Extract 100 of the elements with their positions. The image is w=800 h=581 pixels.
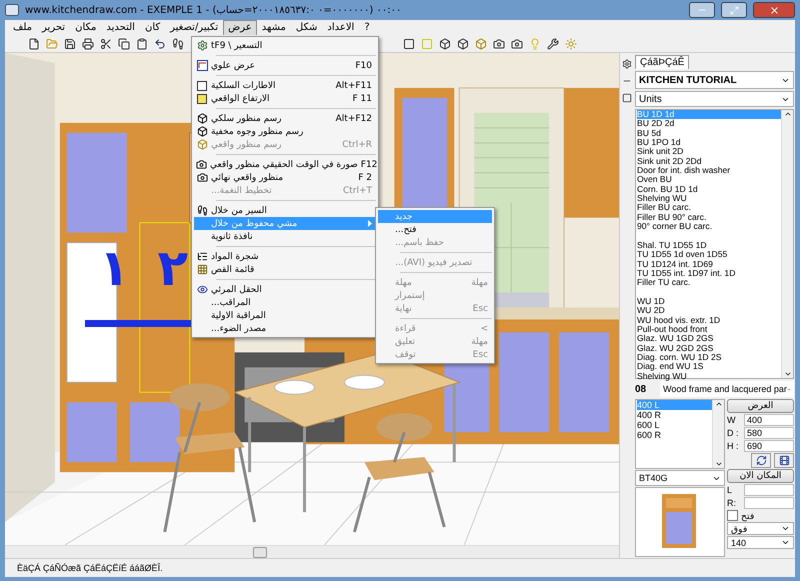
list-item[interactable]: Oven BU <box>637 175 781 185</box>
clipboard-icon[interactable] <box>136 38 148 50</box>
refresh-button[interactable] <box>751 453 771 468</box>
menu-item[interactable]: المراقبة الاولية <box>194 309 376 322</box>
menu-item[interactable]: تكبير/تصغير <box>165 20 224 36</box>
list-item[interactable]: Door for int. dish washer <box>637 166 781 176</box>
list-item[interactable]: Glaz. WU 1GD 2GS <box>637 334 781 344</box>
catalog-dropdown[interactable]: KITCHEN TUTORIAL <box>635 71 794 89</box>
right-field[interactable] <box>744 497 794 509</box>
list-item[interactable]: Shelving WU <box>637 372 781 381</box>
list-item[interactable]: 600 R <box>637 430 712 440</box>
list-item[interactable]: WU 2D <box>637 306 781 316</box>
list-item[interactable]: Pull-out hood front <box>637 324 781 334</box>
menu-item[interactable]: الحقل المرئي <box>194 283 376 296</box>
menu-item[interactable]: ? <box>359 20 375 36</box>
place-button[interactable]: المكان الان <box>727 469 794 483</box>
list-item[interactable]: Shal. TU 1D55 1D <box>637 240 781 250</box>
menu-item[interactable]: عرض <box>223 20 257 36</box>
open-checkbox[interactable] <box>727 510 738 521</box>
app-icon <box>5 4 19 16</box>
menu-item[interactable]: شكل <box>290 20 322 36</box>
menu-item[interactable]: فتح... <box>378 223 492 236</box>
cube-icon[interactable] <box>456 38 468 50</box>
list-item[interactable]: TU 1D55 int. 1D97 int. 1D <box>637 268 781 278</box>
printer-icon[interactable] <box>82 38 94 50</box>
list-item[interactable]: WU hood vis. extr. 1D <box>637 316 781 325</box>
height-dropdown[interactable]: 140 <box>727 536 794 549</box>
menu-item[interactable]: السير من خلال <box>194 204 376 217</box>
close-button[interactable] <box>753 2 795 18</box>
list-item[interactable]: Shelving WU <box>637 194 781 204</box>
list-item[interactable]: Filler BU 90° carc. <box>637 212 781 222</box>
list-item[interactable]: BU 1PO 1d <box>637 138 781 148</box>
cube-icon <box>196 126 208 137</box>
menu-item[interactable]: ملف <box>8 20 38 36</box>
minimize-button[interactable] <box>689 2 715 18</box>
left-field[interactable] <box>744 484 794 496</box>
menu-item[interactable]: الاعداد <box>322 20 360 36</box>
dimension-field[interactable]: 580 <box>744 427 794 439</box>
menu-item[interactable]: مشهد <box>256 20 291 36</box>
list-item[interactable]: 90° corner BU carc. <box>637 222 781 232</box>
menu-item[interactable]: تحرير <box>37 20 70 36</box>
gear-icon <box>196 40 208 51</box>
file-icon[interactable] <box>28 38 40 50</box>
camera-icon[interactable] <box>510 38 522 50</box>
library-tab[interactable]: ÇáãÞÇáÊ <box>635 55 690 69</box>
wrench-icon[interactable] <box>546 38 558 50</box>
dimension-field[interactable]: 400 <box>744 414 794 426</box>
vertical-scrollbar[interactable] <box>712 400 724 468</box>
menu-item[interactable]: شجرة المواد <box>194 250 376 263</box>
list-item[interactable]: 400 R <box>637 410 712 420</box>
list-item[interactable]: Glaz. WU 2GD 2GS <box>637 344 781 353</box>
menu-item[interactable]: مكان <box>70 20 102 36</box>
list-item[interactable]: TU 1D124 int. 1D69 <box>637 260 781 269</box>
dimension-field[interactable]: 690 <box>744 440 794 452</box>
copy-icon[interactable] <box>118 38 130 50</box>
menu-item[interactable]: نافذة ثانوية <box>194 230 376 243</box>
list-item[interactable]: Sink unit 2D <box>637 147 781 157</box>
list-item[interactable]: TU 1D55 1d oven 1D55 <box>637 250 781 260</box>
menu-item[interactable]: رسم منظور وجوه مخفية <box>194 125 376 138</box>
menu-item[interactable]: التسعير \ tF9 <box>194 39 376 52</box>
menu-item[interactable]: كان <box>140 20 166 36</box>
list-item[interactable]: Sink unit 2D 2Dd <box>637 156 781 166</box>
dimension-label: H : <box>727 441 740 451</box>
gear-icon[interactable] <box>622 58 632 68</box>
list-item[interactable]: Corn. BU 1D 1d <box>637 184 781 194</box>
list-item[interactable]: Filler BU carc. <box>637 203 781 213</box>
footprints-icon <box>196 205 208 216</box>
save-icon[interactable] <box>64 38 76 50</box>
dimension-label: D : <box>727 428 740 438</box>
horizontal-scrollbar[interactable] <box>5 545 619 558</box>
footprints-icon[interactable] <box>172 38 184 50</box>
square-icon[interactable] <box>402 38 414 50</box>
menu-item[interactable]: التحديد <box>101 20 140 36</box>
position-dropdown[interactable]: فوق <box>727 522 794 535</box>
menu-item[interactable]: المراقب... <box>194 296 376 309</box>
list-item[interactable]: Filler TU carc. <box>637 278 781 288</box>
square-icon <box>197 80 207 90</box>
cube-icon[interactable] <box>438 38 450 50</box>
list-item[interactable]: BU 2D 2d <box>637 119 781 129</box>
square-icon <box>197 94 207 104</box>
show-button[interactable]: العرض <box>727 399 794 413</box>
list-item[interactable]: Diag. corn. WU 1D 2S <box>637 352 781 362</box>
finish-dropdown[interactable]: Wood frame and lacquered par <box>660 381 794 397</box>
maximize-button[interactable] <box>721 2 747 18</box>
list-item[interactable]: WU 1D <box>637 296 781 306</box>
undo-icon[interactable] <box>154 38 166 50</box>
reference-dropdown[interactable]: BT40G <box>635 470 725 486</box>
square-icon[interactable] <box>622 92 632 102</box>
vertical-scrollbar[interactable] <box>781 110 793 378</box>
menu-item[interactable]: مصدر الضوء... <box>194 322 376 335</box>
film-button[interactable] <box>774 453 794 468</box>
list-item[interactable]: BU 5d <box>637 128 781 138</box>
menu-item[interactable]: قائمة القص <box>194 263 376 276</box>
model-code: 08 <box>635 384 648 394</box>
scissors-icon[interactable] <box>100 38 112 50</box>
tree-icon <box>196 251 208 262</box>
category-dropdown[interactable]: Units <box>635 91 794 107</box>
list-item[interactable]: Diag. end WU 1S <box>637 362 781 372</box>
list-item[interactable]: 600 L <box>637 420 712 430</box>
camera-icon[interactable] <box>492 38 504 50</box>
